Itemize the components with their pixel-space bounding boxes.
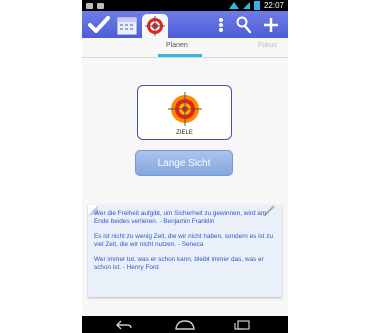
home-icon[interactable] — [174, 319, 196, 330]
calendar-icon[interactable] — [114, 11, 140, 38]
notification-icon — [86, 2, 93, 9]
phone-screen: 22:07 Planen Fokus ZIELE Lange Sicht Wer… — [82, 0, 288, 333]
tab-planen[interactable]: Planen — [166, 42, 188, 49]
long-term-button[interactable]: Lange Sicht — [135, 150, 233, 176]
quote-item: Es ist nicht zu wenig Zeit, die wir nich… — [94, 233, 274, 249]
goals-label: ZIELE — [176, 130, 193, 136]
quote-item: Wer immer tut, was er schon kann, bleibt… — [94, 256, 264, 272]
quote-item: Wer die Freiheit aufgibt, um Sicherheit … — [94, 210, 267, 226]
usb-icon — [97, 2, 104, 9]
search-icon[interactable] — [234, 11, 254, 38]
back-icon[interactable] — [114, 319, 134, 330]
tab-indicator — [158, 54, 202, 57]
wifi-icon — [228, 2, 239, 9]
status-bar: 22:07 — [82, 0, 288, 11]
recent-apps-icon[interactable] — [232, 319, 252, 330]
signal-icon — [242, 2, 250, 9]
check-icon[interactable] — [86, 11, 112, 38]
more-vertical-icon[interactable] — [214, 11, 228, 38]
tab-fokus[interactable]: Fokus — [258, 42, 277, 49]
navigation-bar — [82, 316, 288, 333]
status-time: 22:07 — [263, 1, 284, 10]
battery-icon — [253, 1, 260, 10]
tab-strip: Planen Fokus — [82, 38, 288, 58]
goals-button[interactable]: ZIELE — [137, 85, 232, 140]
plus-icon[interactable] — [260, 11, 282, 38]
action-bar — [82, 11, 288, 38]
target-icon — [168, 92, 202, 131]
target-icon[interactable] — [142, 14, 168, 38]
